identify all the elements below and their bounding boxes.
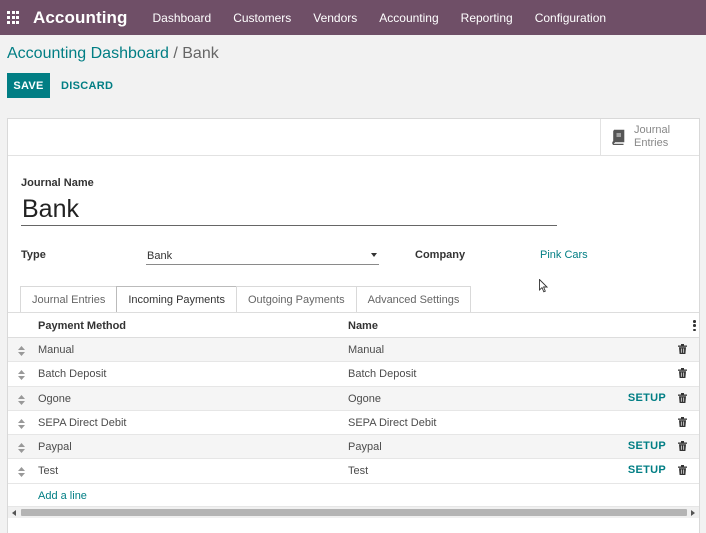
trash-icon[interactable] <box>678 416 687 427</box>
name-cell: Manual <box>348 344 385 356</box>
nav-dashboard[interactable]: Dashboard <box>142 11 223 25</box>
journal-name-input[interactable]: Bank <box>21 194 557 226</box>
chevron-down-icon <box>371 253 377 257</box>
payment-method-cell: SEPA Direct Debit <box>38 416 127 429</box>
app-brand[interactable]: Accounting <box>33 8 128 28</box>
tab-advanced-settings[interactable]: Advanced Settings <box>355 286 472 312</box>
drag-handle-icon[interactable] <box>18 370 25 381</box>
add-line-row: Add a line <box>8 483 699 509</box>
scrollbar-thumb[interactable] <box>21 509 687 516</box>
save-button[interactable]: SAVE <box>7 73 50 98</box>
column-name[interactable]: Name <box>348 320 378 332</box>
tab-journal-entries[interactable]: Journal Entries <box>20 286 118 312</box>
table-body: Manual Manual Batch Deposit Batch Deposi… <box>8 338 699 509</box>
breadcrumb: Accounting Dashboard / Bank <box>7 45 219 63</box>
tab-outgoing-payments[interactable]: Outgoing Payments <box>235 286 357 312</box>
table-row[interactable]: Test Test SETUP <box>8 459 699 484</box>
drag-handle-icon[interactable] <box>18 467 25 478</box>
top-navbar: Accounting Dashboard Customers Vendors A… <box>0 0 706 35</box>
scroll-left-icon[interactable] <box>12 510 16 516</box>
form-sheet: Journal Entries Journal Name Bank Type B… <box>7 118 700 533</box>
table-header: Payment Method Name <box>8 312 699 338</box>
trash-icon[interactable] <box>678 441 687 452</box>
trash-icon[interactable] <box>678 465 687 476</box>
company-label: Company <box>415 249 466 261</box>
drag-handle-icon[interactable] <box>18 394 25 405</box>
trash-icon[interactable] <box>678 368 687 379</box>
name-cell: Test <box>348 465 369 478</box>
nav-configuration[interactable]: Configuration <box>524 11 617 25</box>
company-link[interactable]: Pink Cars <box>540 249 588 261</box>
tab-incoming-payments[interactable]: Incoming Payments <box>116 286 237 313</box>
scroll-right-icon[interactable] <box>691 510 695 516</box>
payment-method-cell: Batch Deposit <box>38 368 107 381</box>
table-row[interactable]: Ogone Ogone SETUP <box>8 386 699 411</box>
table-row[interactable]: Manual Manual <box>8 338 699 363</box>
name-cell: Ogone <box>348 392 382 405</box>
drag-handle-icon[interactable] <box>18 346 25 356</box>
nav-customers[interactable]: Customers <box>222 11 302 25</box>
nav-accounting[interactable]: Accounting <box>368 11 449 25</box>
payment-method-cell: Test <box>38 465 59 478</box>
trash-icon[interactable] <box>678 344 687 354</box>
nav-reporting[interactable]: Reporting <box>450 11 524 25</box>
journal-entries-smart-button[interactable]: Journal Entries <box>600 119 699 155</box>
journal-name-label: Journal Name <box>21 177 94 189</box>
trash-icon[interactable] <box>678 392 687 403</box>
type-select-value: Bank <box>147 249 173 262</box>
breadcrumb-separator: / <box>173 45 178 62</box>
book-icon <box>612 129 625 145</box>
smart-button-label: Journal Entries <box>634 124 671 149</box>
button-box: Journal Entries <box>8 119 699 156</box>
payment-methods-table: Payment Method Name Manual Manual Batch … <box>8 312 699 509</box>
setup-button[interactable]: SETUP <box>628 440 666 452</box>
table-row[interactable]: SEPA Direct Debit SEPA Direct Debit <box>8 411 699 436</box>
breadcrumb-current: Bank <box>182 45 219 62</box>
name-cell: Batch Deposit <box>348 368 417 381</box>
mouse-cursor-icon <box>539 279 548 293</box>
apps-menu-icon[interactable] <box>7 10 21 25</box>
name-cell: SEPA Direct Debit <box>348 416 437 429</box>
notebook-tabs: Journal Entries Incoming Payments Outgoi… <box>20 286 472 313</box>
kebab-menu-icon[interactable] <box>693 320 696 331</box>
drag-handle-icon[interactable] <box>18 418 25 429</box>
column-payment-method[interactable]: Payment Method <box>38 320 126 332</box>
breadcrumb-parent[interactable]: Accounting Dashboard <box>7 45 169 62</box>
type-select[interactable]: Bank <box>146 247 379 265</box>
table-row[interactable]: Batch Deposit Batch Deposit <box>8 362 699 387</box>
nav-vendors[interactable]: Vendors <box>302 11 368 25</box>
payment-method-cell: Paypal <box>38 441 72 454</box>
horizontal-scrollbar[interactable] <box>8 506 699 518</box>
table-row[interactable]: Paypal Paypal SETUP <box>8 435 699 460</box>
add-line-link[interactable]: Add a line <box>38 490 87 502</box>
drag-handle-icon[interactable] <box>18 443 25 454</box>
type-label: Type <box>21 249 46 261</box>
setup-button[interactable]: SETUP <box>628 392 666 404</box>
name-cell: Paypal <box>348 441 382 454</box>
payment-method-cell: Ogone <box>38 392 72 405</box>
discard-button[interactable]: DISCARD <box>55 73 119 98</box>
payment-method-cell: Manual <box>38 344 75 356</box>
setup-button[interactable]: SETUP <box>628 464 666 476</box>
